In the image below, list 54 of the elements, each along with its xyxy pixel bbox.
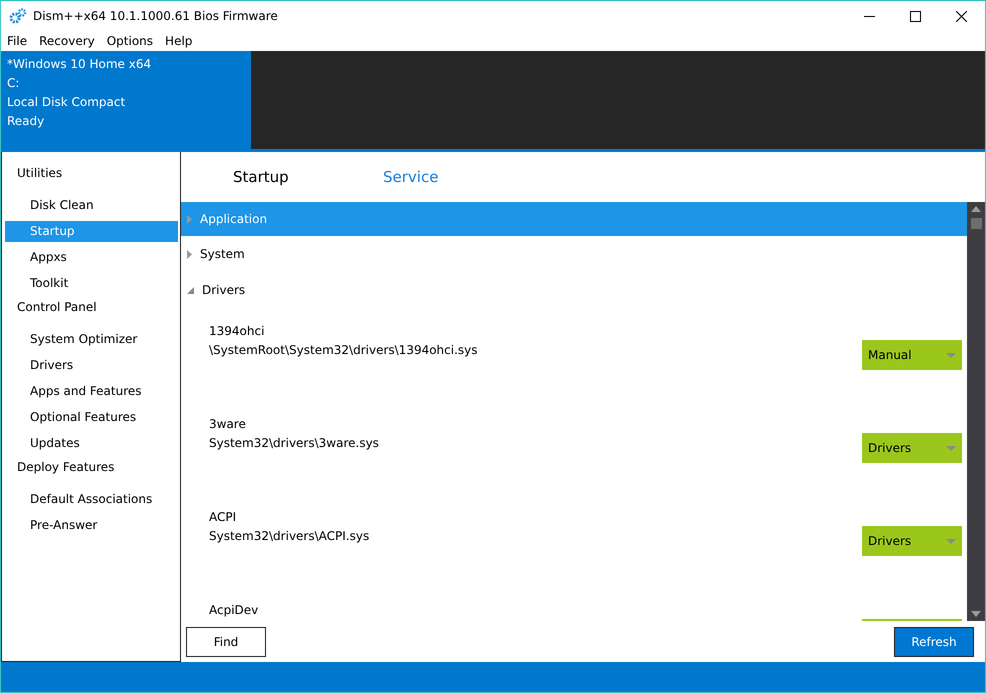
sidebar-item[interactable]: Drivers xyxy=(5,355,178,376)
driver-path: \SystemRoot\System32\drivers\1394ohci.sys xyxy=(209,342,479,359)
find-button[interactable]: Find xyxy=(186,626,266,656)
collapsed-triangle-icon xyxy=(187,250,192,258)
tab[interactable]: Service xyxy=(383,168,533,186)
menu-item[interactable]: File xyxy=(7,34,28,48)
scroll-down-icon[interactable] xyxy=(971,611,981,617)
tree-row-label: Drivers xyxy=(202,283,246,297)
startup-dropdown[interactable]: Drivers xyxy=(862,526,962,556)
sidebar-item[interactable]: Appxs xyxy=(5,247,178,268)
sidebar-item[interactable]: Disk Clean xyxy=(5,195,178,216)
tree-row-label: Application xyxy=(200,212,268,226)
maximize-icon[interactable] xyxy=(910,10,921,22)
window-title: Dism++x64 10.1.1000.61 Bios Firmware xyxy=(33,9,278,23)
refresh-button[interactable]: Refresh xyxy=(894,626,974,656)
sidebar-group-heading: Utilities xyxy=(16,165,64,182)
tree-row[interactable]: Drivers xyxy=(181,272,967,308)
scroll-up-icon[interactable] xyxy=(971,206,981,212)
gears-icon xyxy=(9,8,27,24)
info-line: Ready xyxy=(7,114,46,130)
tree-row[interactable]: System xyxy=(181,236,967,272)
caret-icon xyxy=(946,352,956,358)
menu-item[interactable]: Recovery xyxy=(39,34,95,48)
close-icon[interactable] xyxy=(956,10,967,22)
caret-icon xyxy=(946,538,956,544)
scrollbar-thumb[interactable] xyxy=(970,218,982,229)
sidebar-item[interactable]: Toolkit xyxy=(5,273,178,294)
driver-name: 3ware xyxy=(209,416,247,433)
sidebar-item[interactable]: Optional Features xyxy=(5,407,178,428)
tree-row-label: System xyxy=(200,247,245,261)
driver-name: ACPI xyxy=(209,509,238,526)
sidebar-item[interactable]: Apps and Features xyxy=(5,381,178,402)
sidebar-item[interactable]: Default Associations xyxy=(5,489,178,510)
driver-name: 1394ohci xyxy=(209,323,266,340)
caret-icon xyxy=(946,446,956,450)
driver-path: System32\drivers\3ware.sys xyxy=(209,435,380,452)
sidebar-item[interactable]: Pre-Answer xyxy=(5,515,178,536)
info-line: Local Disk Compact xyxy=(7,95,126,111)
info-line: *Windows 10 Home x64 xyxy=(7,57,152,73)
sidebar-item[interactable]: System Optimizer xyxy=(5,329,178,350)
startup-dropdown[interactable]: Drivers xyxy=(862,433,962,463)
startup-dropdown[interactable]: Manual xyxy=(862,340,962,370)
driver-path: System32\drivers\ACPI.sys xyxy=(209,528,370,545)
sidebar-group-heading: Deploy Features xyxy=(16,459,116,476)
sidebar-group-heading: Control Panel xyxy=(16,299,98,316)
menu-item[interactable]: Help xyxy=(165,34,192,48)
info-line: C: xyxy=(7,76,20,92)
sidebar-item[interactable]: Updates xyxy=(5,433,178,454)
scrollbar[interactable] xyxy=(967,202,985,621)
tab[interactable]: Startup xyxy=(233,168,383,186)
collapsed-triangle-icon xyxy=(187,214,192,224)
driver-name: AcpiDev xyxy=(209,602,260,619)
expanded-triangle-icon xyxy=(187,286,194,294)
menu-item[interactable]: Options xyxy=(106,34,154,48)
